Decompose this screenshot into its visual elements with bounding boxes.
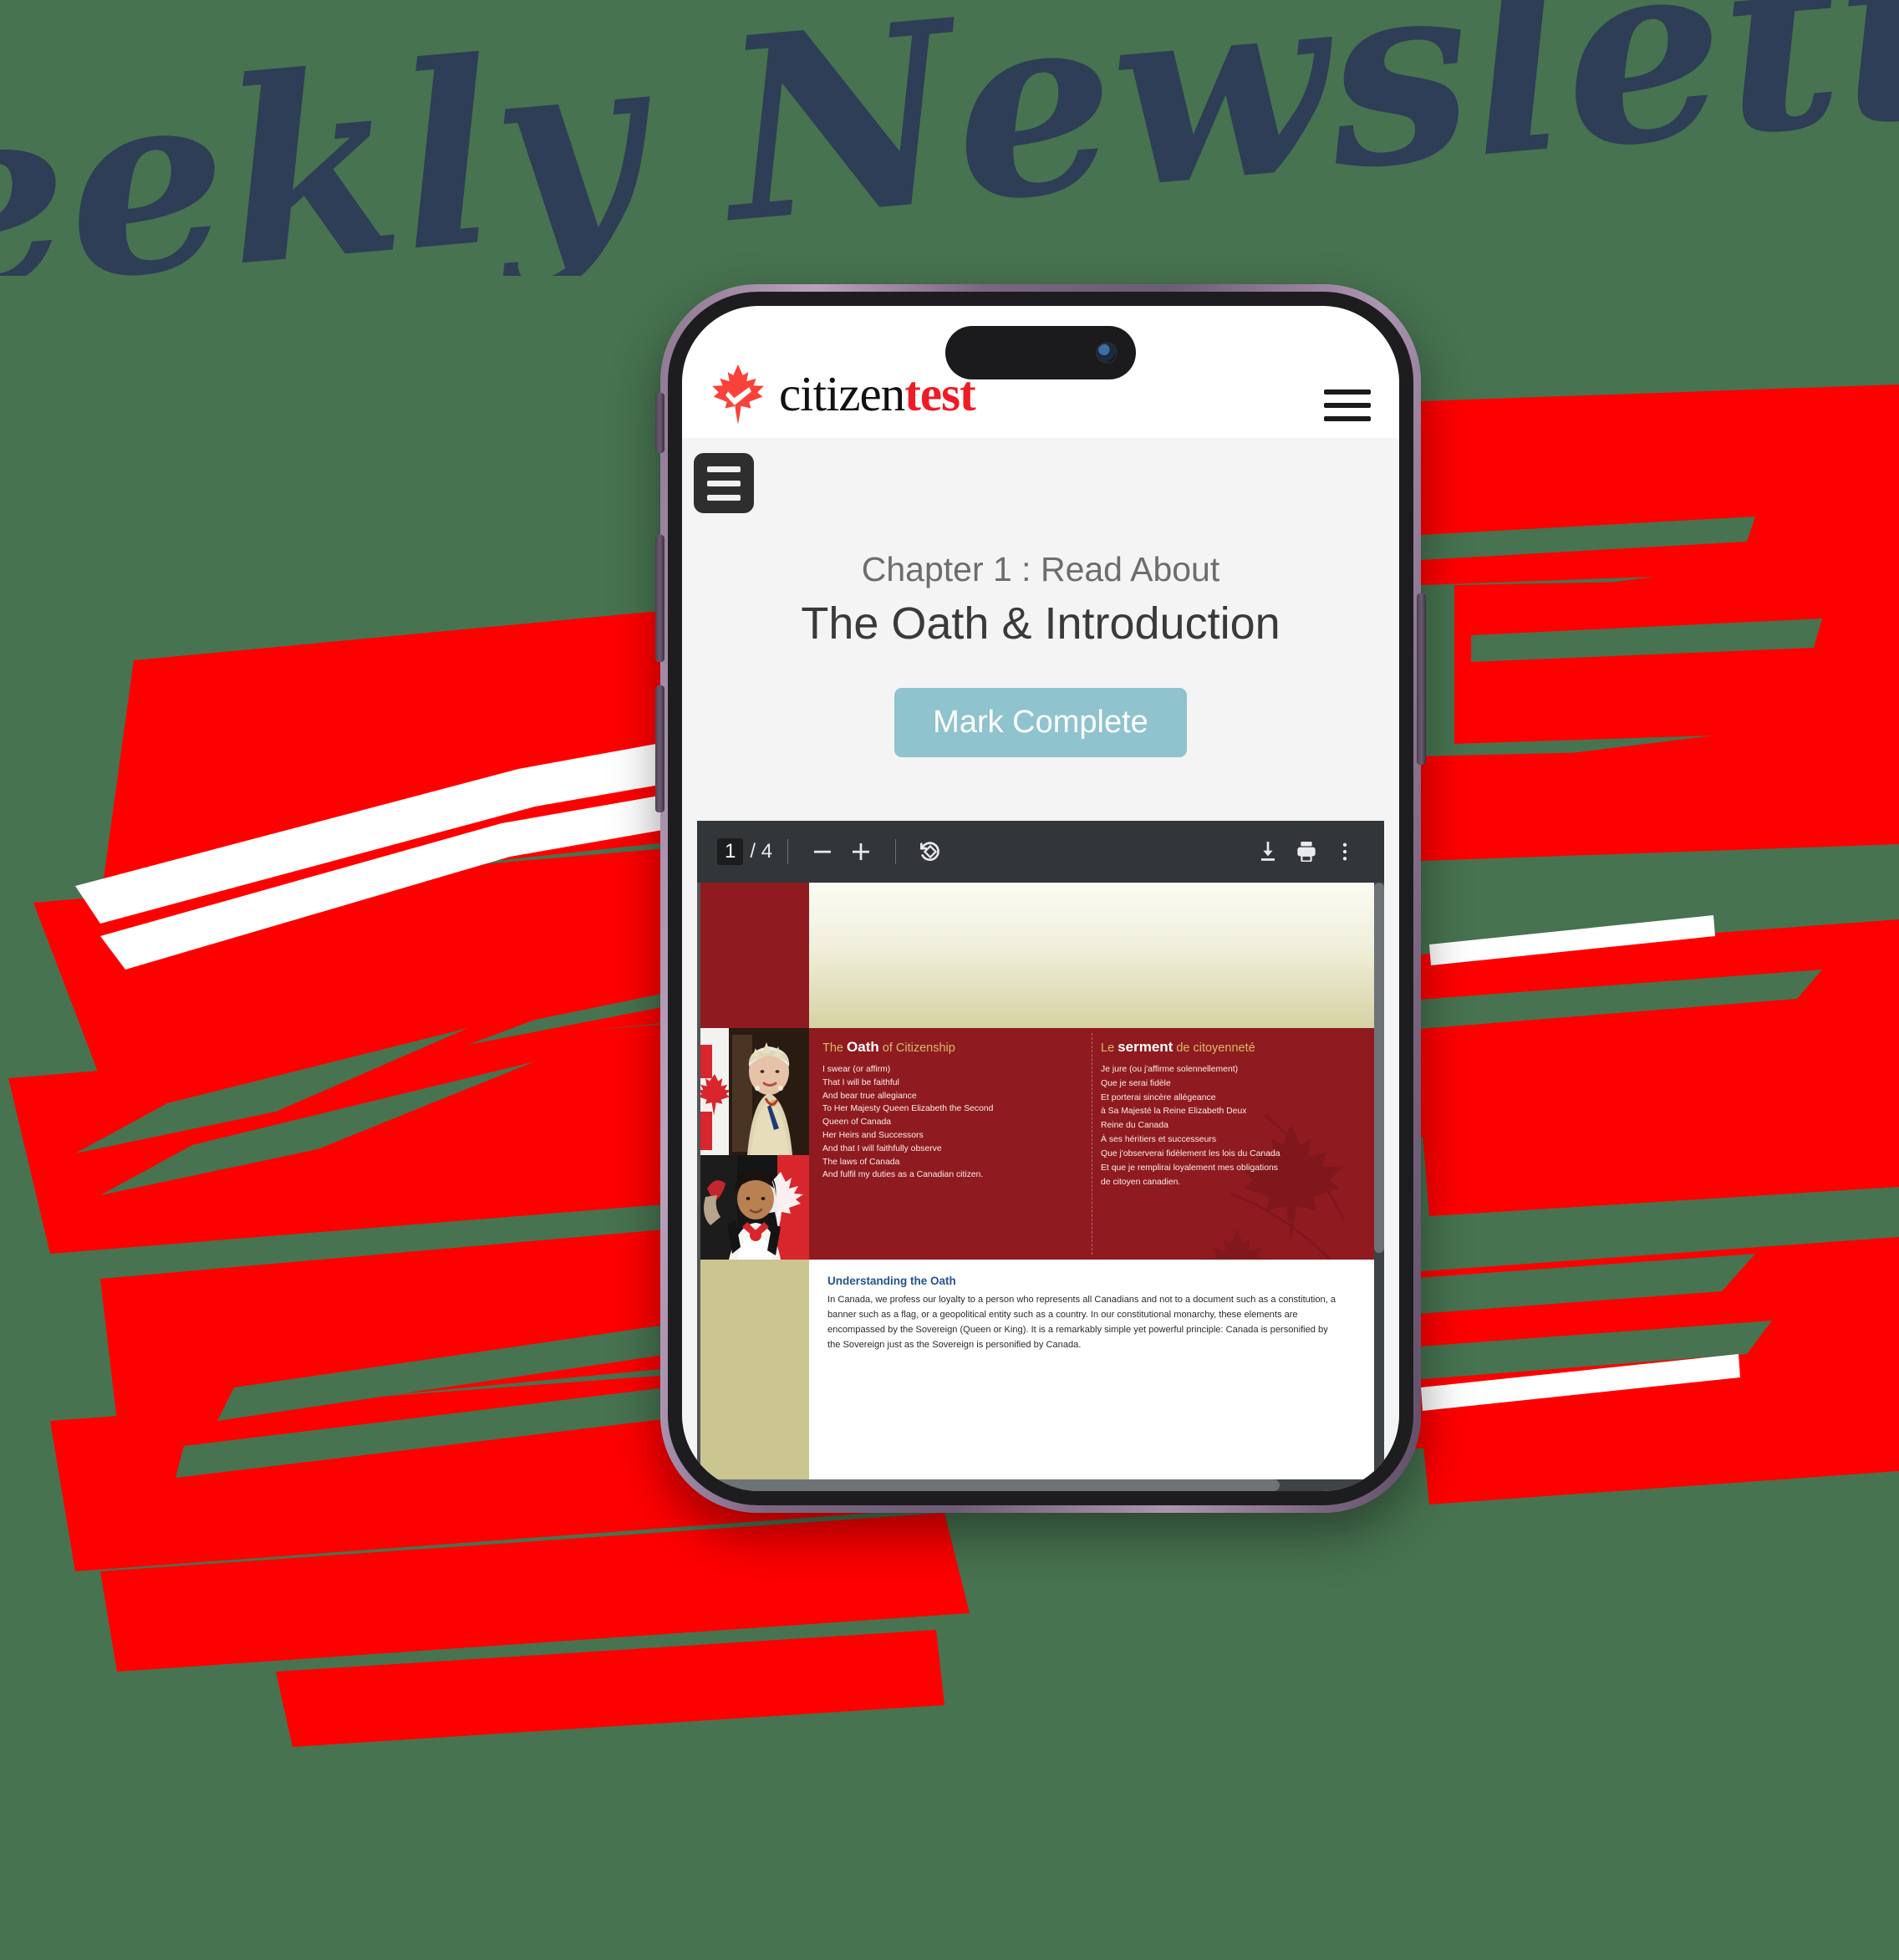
- lesson-content: Chapter 1 : Read About The Oath & Introd…: [682, 438, 1399, 1491]
- oath-en-title-post: of Citizenship: [878, 1041, 955, 1055]
- oath-en-title-pre: The: [822, 1041, 848, 1055]
- headline-script: Weekly Newsletter: [0, 0, 1899, 276]
- headline-text: Weekly Newsletter: [0, 0, 1899, 276]
- hamburger-menu-icon[interactable]: [1324, 389, 1371, 425]
- dynamic-island: [945, 326, 1136, 379]
- oath-french: Le serment de citoyenneté Je jure (ou j'…: [1082, 1039, 1361, 1260]
- zoom-out-icon[interactable]: [803, 832, 842, 871]
- oath-en-line: Her Heirs and Successors: [822, 1131, 924, 1140]
- pdf-toolbar: 1 / 4: [697, 821, 1384, 883]
- understanding-heading: Understanding the Oath: [827, 1275, 956, 1287]
- pdf-left-column: [700, 883, 809, 1479]
- toolbar-divider-2: [895, 839, 897, 864]
- drawer-menu-icon[interactable]: [694, 453, 754, 513]
- understanding-paragraph: In Canada, we profess our loyalty to a p…: [827, 1295, 1336, 1350]
- pdf-page[interactable]: The Oath of Citizenship I swear (or affi…: [700, 883, 1374, 1479]
- pdf-total-pages: / 4: [750, 840, 773, 863]
- volume-up-button[interactable]: [655, 535, 664, 662]
- oath-fr-line: de citoyen canadien.: [1101, 1177, 1181, 1187]
- pdf-body: Understanding the Oath In Canada, we pro…: [809, 1260, 1374, 1479]
- oath-en-line: I swear (or affirm): [822, 1064, 891, 1074]
- pdf-horizontal-scrollbar[interactable]: [700, 1479, 1374, 1491]
- lesson-kicker: Chapter 1 : Read About: [861, 550, 1220, 588]
- oath-en-line: To Her Majesty Queen Elizabeth the Secon…: [822, 1104, 994, 1114]
- oath-en-line: That I will be faithful: [822, 1077, 899, 1087]
- phone-bezel: citizentest Chapter 1 : Read About The O…: [668, 292, 1413, 1505]
- zoom-in-icon[interactable]: [842, 832, 880, 871]
- oath-fr-title-strong: serment: [1118, 1039, 1174, 1055]
- phone-mockup: citizentest Chapter 1 : Read About The O…: [655, 284, 1426, 1513]
- pdf-vertical-scrollbar[interactable]: [1374, 883, 1384, 1479]
- scrollbar-thumb[interactable]: [1374, 883, 1384, 1253]
- pdf-khaki-block: [700, 1260, 809, 1479]
- wordmark-first: citizen: [779, 365, 905, 421]
- oath-fr-line: Que je serai fidèle: [1101, 1078, 1171, 1088]
- oath-fr-line: Je jure (ou j'affirme solennellement): [1101, 1064, 1239, 1074]
- child-photo: [700, 1155, 809, 1260]
- oath-en-line: The laws of Canada: [822, 1157, 900, 1167]
- wordmark: citizentest: [779, 365, 976, 421]
- poster-canvas: Weekly Newsletter citizentest Chapter 1 …: [0, 0, 1899, 1960]
- oath-fr-line: Que j'observerai fidèlement les lois du …: [1101, 1149, 1280, 1158]
- brand-logo[interactable]: citizentest: [710, 363, 976, 425]
- oath-band: The Oath of Citizenship I swear (or affi…: [809, 1028, 1374, 1260]
- front-camera-icon: [1096, 342, 1118, 364]
- rotate-counterclockwise-icon[interactable]: [911, 832, 950, 871]
- pdf-current-page-input[interactable]: 1: [717, 838, 744, 865]
- power-button[interactable]: [1417, 593, 1426, 765]
- oath-fr-title-pre: Le: [1101, 1041, 1118, 1055]
- oath-fr-line: Et porterai sincère allégeance: [1101, 1092, 1216, 1102]
- oath-fr-line: À ses héritiers et successeurs: [1101, 1135, 1217, 1145]
- oath-en-title: The Oath of Citizenship: [822, 1039, 1074, 1056]
- maple-leaf-check-icon: [712, 364, 764, 425]
- oath-fr-title-post: de citoyenneté: [1173, 1041, 1255, 1055]
- print-icon[interactable]: [1287, 832, 1326, 871]
- oath-fr-line: à Sa Majesté la Reine Elizabeth Deux: [1101, 1107, 1247, 1117]
- lesson-header: Chapter 1 : Read About The Oath & Introd…: [682, 438, 1399, 758]
- pdf-viewer: 1 / 4 The Oath of Citizenship I swear (o…: [697, 821, 1384, 1491]
- toolbar-divider: [787, 839, 789, 864]
- silent-switch-button[interactable]: [655, 393, 664, 453]
- pdf-cover-gradient: [809, 883, 1374, 1028]
- oath-fr-line: Et que je remplirai loyalement mes oblig…: [1101, 1163, 1278, 1173]
- oath-en-line: And fulfil my duties as a Canadian citiz…: [822, 1170, 984, 1180]
- oath-fr-line: Reine du Canada: [1101, 1121, 1168, 1131]
- oath-en-title-strong: Oath: [847, 1039, 879, 1055]
- phone-screen: citizentest Chapter 1 : Read About The O…: [682, 306, 1399, 1491]
- pdf-red-block: [700, 883, 809, 1028]
- oath-en-line: And bear true allegiance: [822, 1091, 917, 1101]
- oath-english: The Oath of Citizenship I swear (or affi…: [822, 1039, 1082, 1260]
- oath-en-line: And that I will faithfully observe: [822, 1143, 942, 1153]
- volume-down-button[interactable]: [655, 685, 664, 812]
- oath-fr-title: Le serment de citoyenneté: [1101, 1039, 1352, 1056]
- page-title: The Oath & Introduction: [801, 598, 1280, 649]
- download-icon[interactable]: [1249, 832, 1287, 871]
- oath-en-line: Queen of Canada: [822, 1117, 892, 1128]
- mark-complete-button[interactable]: Mark Complete: [894, 688, 1187, 758]
- scrollbar-thumb[interactable]: [700, 1479, 1280, 1491]
- more-vertical-icon[interactable]: [1326, 832, 1364, 871]
- queen-photo: [700, 1028, 809, 1155]
